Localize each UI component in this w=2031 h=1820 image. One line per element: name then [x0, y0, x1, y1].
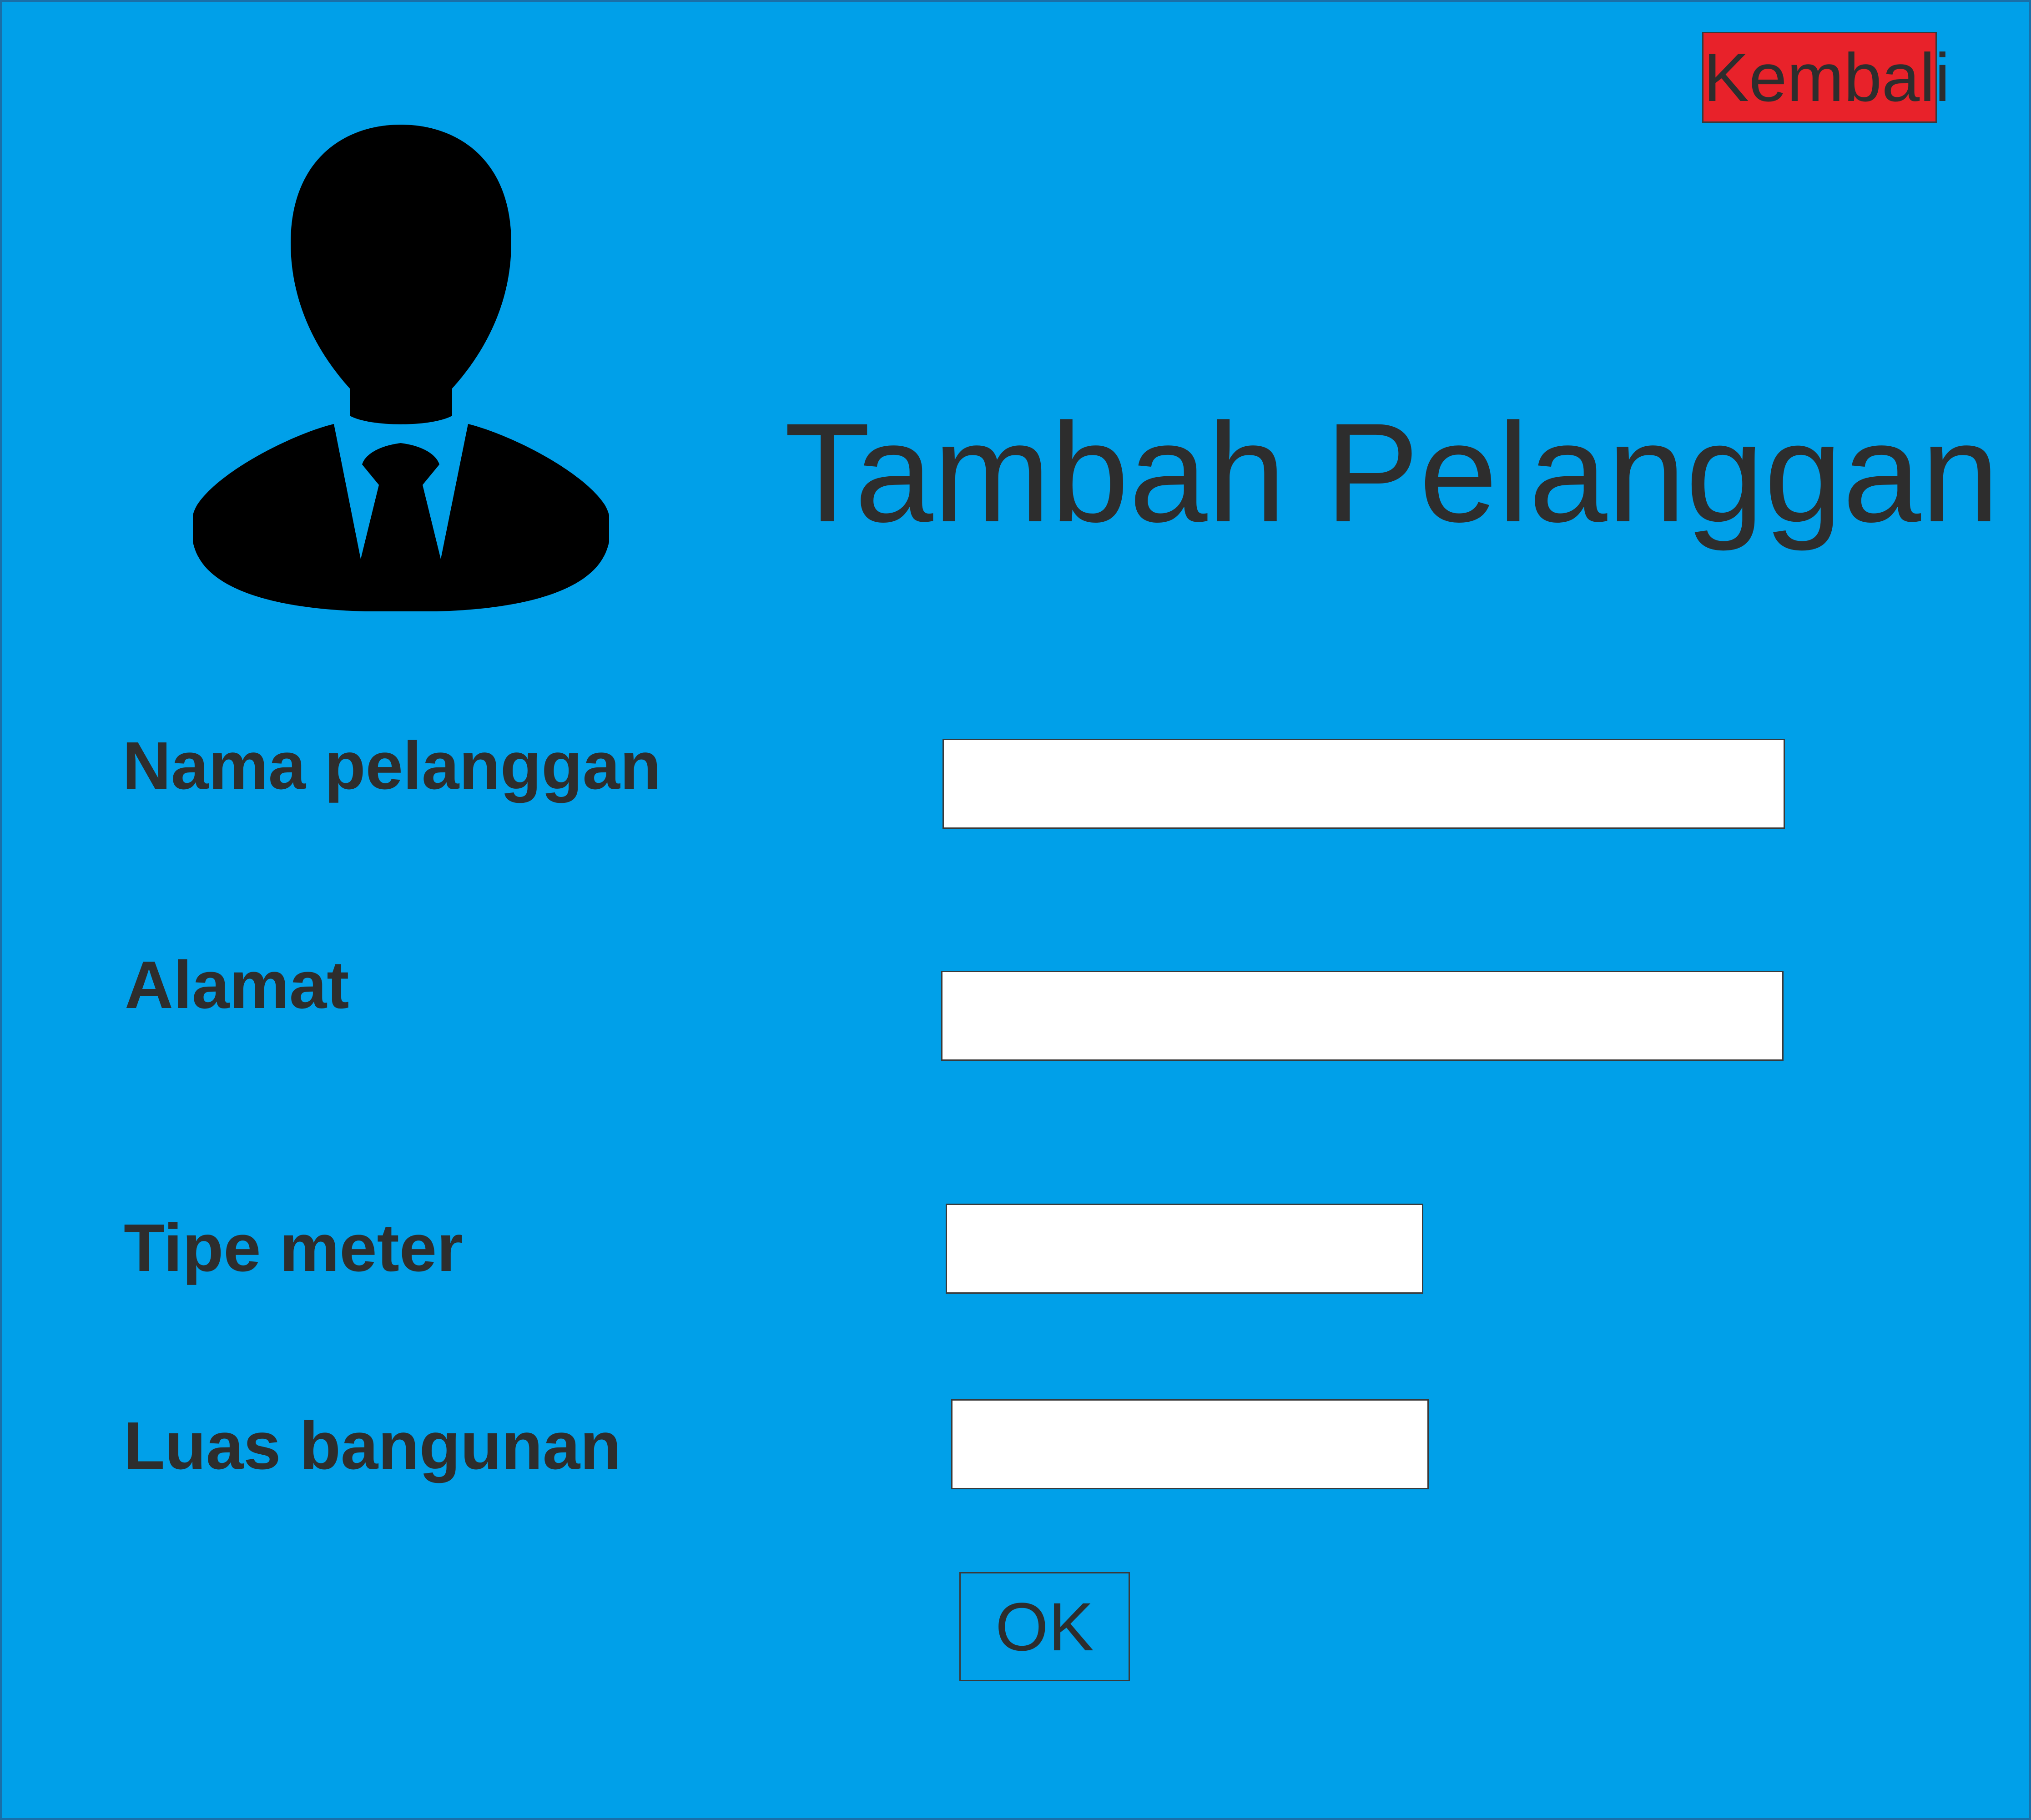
back-button[interactable]: Kembali: [1702, 32, 1950, 123]
meter-type-label: Tipe meter: [124, 1210, 463, 1286]
building-area-label: Luas bangunan: [124, 1408, 621, 1483]
building-area-input[interactable]: [951, 1399, 1429, 1489]
address-input[interactable]: [941, 971, 1784, 1061]
customer-name-input[interactable]: [942, 739, 1785, 829]
add-customer-window: Kembali Tambah Pelanggan Nama pelanggan …: [0, 0, 2031, 1820]
meter-type-input[interactable]: [946, 1204, 1423, 1294]
address-label: Alamat: [125, 948, 349, 1023]
page-title: Tambah Pelanggan: [784, 393, 2000, 551]
user-suit-icon: [191, 125, 611, 612]
customer-name-label: Nama pelanggan: [122, 728, 661, 803]
ok-button[interactable]: OK: [959, 1572, 1130, 1681]
